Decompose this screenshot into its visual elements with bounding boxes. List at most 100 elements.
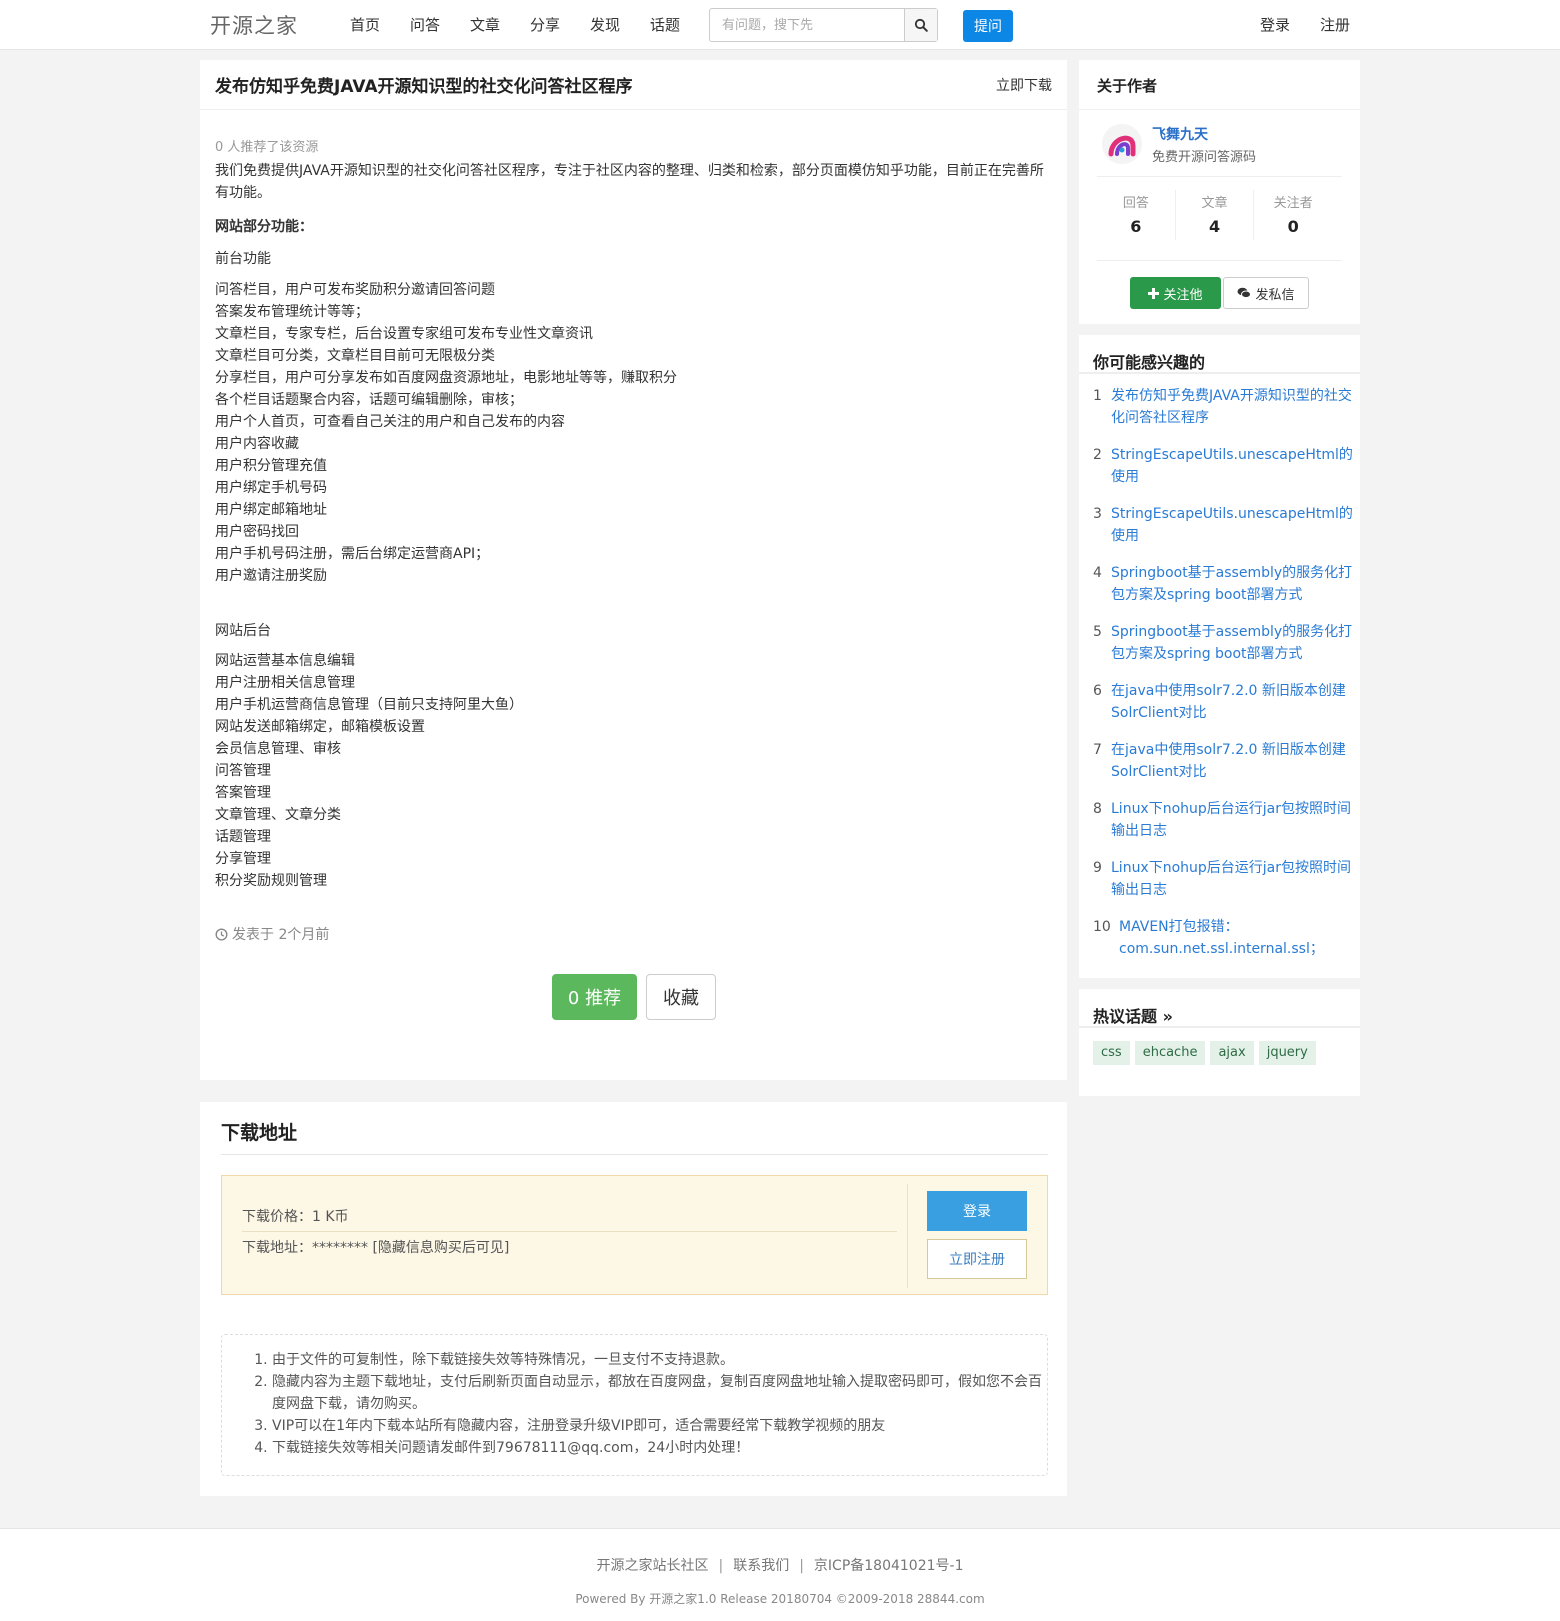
list-item: 2 StringEscapeUtils.unescapeHtml的使用 [1093,444,1353,503]
divider [242,1231,897,1232]
backend-feature-list: 网站运营基本信息编辑 用户注册相关信息管理 用户手机运营商信息管理（目前只支持阿… [215,650,523,892]
divider [1097,260,1342,261]
author-signature: 免费开源问答源码 [1152,150,1257,165]
search-input[interactable] [710,9,906,41]
footer-link-icp[interactable]: 京ICP备18041021号-1 [814,1558,964,1574]
search-box [709,8,938,42]
ask-question-button[interactable]: 提问 [963,10,1013,42]
article-card: 发布仿知乎免费JAVA开源知识型的社交化问答社区程序 立即下载 0 人推荐了该资… [200,60,1067,1080]
favorite-button[interactable]: 收藏 [646,974,716,1020]
list-item: 用户绑定邮箱地址 [215,502,327,518]
download-address: 下载地址：******** [隐藏信息购买后可见] [242,1240,510,1256]
list-item: 6 在java中使用solr7.2.0 新旧版本创建SolrClient对比 [1093,680,1353,739]
list-item: 用户内容收藏 [215,436,299,452]
site-logo[interactable]: 开源之家 [210,10,298,40]
search-button[interactable] [904,9,937,41]
author-avatar-icon [1102,124,1142,164]
footer-powered-by: Powered By 开源之家1.0 Release 20180704 ©200… [575,1592,985,1606]
stat-label: 回答 [1122,196,1149,211]
stat-label: 关注者 [1273,196,1313,211]
list-item: 分享管理 [215,851,271,867]
list-item: 问答栏目，用户可发布奖励积分邀请回答问题 [215,282,495,298]
related-link[interactable]: 在java中使用solr7.2.0 新旧版本创建SolrClient对比 [1111,739,1353,798]
list-item: 4 Springboot基于assembly的服务化打包方案及spring boo… [1093,562,1353,621]
author-name-link[interactable]: 飞舞九天 [1152,124,1208,144]
topic-tag[interactable]: ehcache [1134,1041,1206,1065]
rank-number: 10 [1093,919,1111,935]
nav-item-topics[interactable]: 话题 [650,14,710,35]
related-link[interactable]: MAVEN打包报错：com.sun.net.ssl.internal.ssl； [1119,916,1353,975]
follow-button[interactable]: 关注他 [1130,277,1221,309]
footer-link-contact[interactable]: 联系我们 [733,1558,789,1574]
stat-value: 6 [1130,217,1142,236]
list-item: 用户注册相关信息管理 [215,675,355,691]
list-item: 7 在java中使用solr7.2.0 新旧版本创建SolrClient对比 [1093,739,1353,798]
list-item: 文章栏目可分类，文章栏目目前可无限极分类 [215,348,495,364]
topic-tag[interactable]: css [1093,1041,1130,1065]
rank-number: 4 [1093,565,1102,581]
stat-value: 4 [1208,217,1221,236]
comments-icon [1237,287,1252,299]
list-item: 用户手机运营商信息管理（目前只支持阿里大鱼） [215,697,523,713]
list-item: 答案管理 [215,785,271,801]
stat-followers[interactable]: 关注者 0 [1254,190,1332,240]
list-item: 1 发布仿知乎免费JAVA开源知识型的社交化问答社区程序 [1093,385,1353,444]
stat-articles[interactable]: 文章 4 [1176,190,1255,240]
nav-item-questions[interactable]: 问答 [410,14,470,35]
avatar[interactable] [1102,124,1142,164]
rank-number: 5 [1093,624,1102,640]
download-card: 下载地址 下载价格：1 K币 下载地址：******** [隐藏信息购买后可见]… [200,1102,1067,1496]
download-now-link[interactable]: 立即下载 [996,75,1052,95]
recommend-button[interactable]: 0 推荐 [552,974,637,1020]
footer-link-community[interactable]: 开源之家站长社区 [596,1558,708,1574]
rank-number: 3 [1093,506,1102,522]
clock-icon [215,927,228,941]
stat-value: 0 [1287,217,1299,236]
related-link[interactable]: Springboot基于assembly的服务化打包方案及spring boot… [1111,562,1353,621]
register-link[interactable]: 注册 [1320,14,1350,35]
list-item: 10 MAVEN打包报错：com.sun.net.ssl.internal.ssl… [1093,916,1353,975]
related-link[interactable]: Springboot基于assembly的服务化打包方案及spring boot… [1111,621,1353,680]
divider [1079,372,1360,374]
list-item: 积分奖励规则管理 [215,873,327,889]
rank-number: 9 [1093,860,1102,876]
rank-number: 2 [1093,447,1102,463]
nav-item-discover[interactable]: 发现 [590,14,650,35]
list-item: 5 Springboot基于assembly的服务化打包方案及spring boo… [1093,621,1353,680]
hot-topics-title[interactable]: 热议话题 » [1093,1003,1173,1027]
follow-button-label: 关注他 [1163,287,1203,303]
list-item: 会员信息管理、审核 [215,741,341,757]
nav-item-share[interactable]: 分享 [530,14,590,35]
nav-item-articles[interactable]: 文章 [470,14,530,35]
topic-tag[interactable]: ajax [1210,1041,1254,1065]
divider [1079,1026,1360,1028]
list-item: 网站发送邮箱绑定，邮箱模板设置 [215,719,425,735]
frontend-heading: 前台功能 [215,251,271,267]
download-register-button[interactable]: 立即注册 [927,1239,1027,1279]
list-item: 用户绑定手机号码 [215,480,327,496]
footer-links: 开源之家站长社区 | 联系我们 | 京ICP备18041021号-1 [0,1555,1560,1575]
stat-label: 文章 [1201,196,1228,211]
private-message-button[interactable]: 发私信 [1223,277,1309,309]
related-link[interactable]: 发布仿知乎免费JAVA开源知识型的社交化问答社区程序 [1111,385,1353,444]
related-card: 你可能感兴趣的 1 发布仿知乎免费JAVA开源知识型的社交化问答社区程序 2 Str… [1079,335,1360,978]
related-link[interactable]: StringEscapeUtils.unescapeHtml的使用 [1111,444,1353,503]
footer-separator: | [799,1558,804,1574]
download-login-button[interactable]: 登录 [927,1191,1027,1231]
footer-separator: | [718,1558,724,1574]
related-link[interactable]: Linux下nohup后台运行jar包按照时间输出日志 [1111,798,1353,857]
divider [1097,176,1342,177]
login-link[interactable]: 登录 [1260,14,1290,35]
list-item: 话题管理 [215,829,271,845]
rank-number: 8 [1093,801,1102,817]
download-title: 下载地址 [221,1122,298,1144]
related-link[interactable]: Linux下nohup后台运行jar包按照时间输出日志 [1111,857,1353,916]
stat-answers[interactable]: 回答 6 [1097,190,1176,240]
related-list: 1 发布仿知乎免费JAVA开源知识型的社交化问答社区程序 2 StringEscap… [1093,385,1353,975]
related-link[interactable]: StringEscapeUtils.unescapeHtml的使用 [1111,503,1353,562]
related-link[interactable]: 在java中使用solr7.2.0 新旧版本创建SolrClient对比 [1111,680,1353,739]
footer: 开源之家站长社区 | 联系我们 | 京ICP备18041021号-1 Powered B… [0,1528,1560,1621]
author-stats: 回答 6 文章 4 关注者 0 [1097,190,1332,240]
topic-tag[interactable]: jquery [1258,1041,1316,1065]
nav-item-home[interactable]: 首页 [350,14,410,35]
